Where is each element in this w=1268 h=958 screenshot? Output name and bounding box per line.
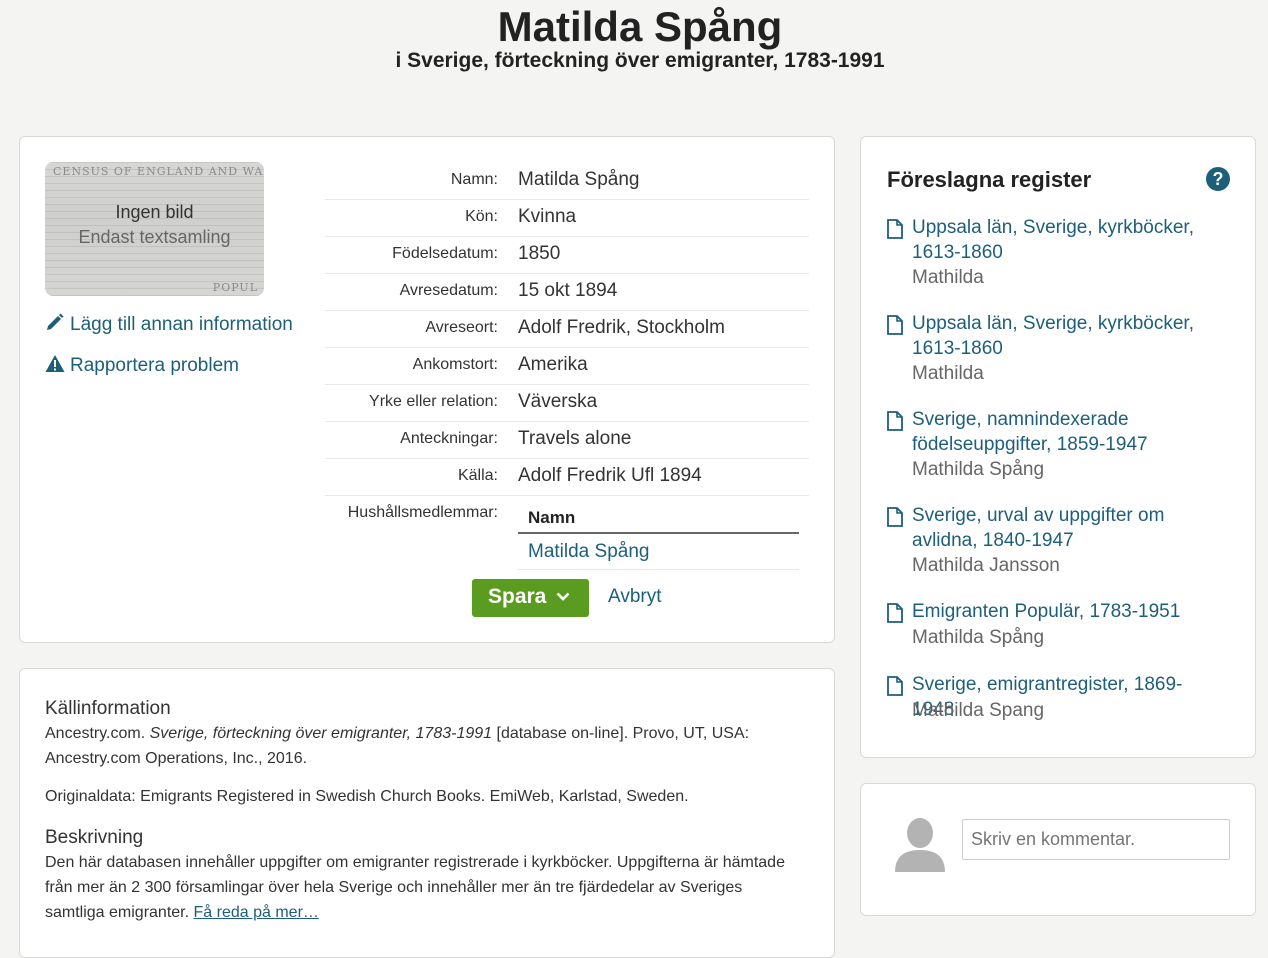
- suggested-record-title[interactable]: Emigranten Populär, 1783-1951: [912, 599, 1222, 624]
- household-member-link[interactable]: Matilda Spång: [518, 534, 799, 570]
- citation-prefix: Ancestry.com.: [45, 725, 150, 742]
- description-body: Den här databasen innehåller uppgifter o…: [45, 854, 785, 921]
- field-row: Ankomstort: Amerika: [325, 348, 809, 385]
- field-row: Anteckningar: Travels alone: [325, 422, 809, 459]
- suggested-records-card: Föreslagna register ? Uppsala län, Sveri…: [860, 136, 1256, 758]
- suggested-record-title[interactable]: Sverige, urval av uppgifter om avlidna, …: [912, 503, 1222, 553]
- field-label: Källa:: [457, 467, 498, 484]
- document-icon: [887, 603, 903, 623]
- field-label: Kön:: [465, 208, 498, 225]
- page-subtitle: i Sverige, förteckning över emigranter, …: [395, 49, 885, 72]
- field-row: Kön: Kvinna: [325, 200, 809, 237]
- field-row: Födelsedatum: 1850: [325, 237, 809, 274]
- cancel-link[interactable]: Avbryt: [608, 586, 662, 608]
- field-label: Ankomstort:: [412, 356, 498, 373]
- field-row: Yrke eller relation: Väverska: [325, 385, 809, 422]
- learn-more-link[interactable]: Få reda på mer…: [194, 904, 319, 921]
- no-image-label: Ingen bild: [115, 202, 194, 222]
- document-icon: [887, 676, 903, 696]
- add-info-link[interactable]: Lägg till annan information: [45, 312, 293, 338]
- page-title: Matilda Spång: [497, 3, 783, 50]
- field-value: Matilda Spång: [518, 169, 640, 190]
- suggested-record-name: Mathilda: [912, 267, 984, 288]
- suggested-record-name: Mathilda Spång: [912, 459, 1045, 480]
- field-value: Adolf Fredrik Ufl 1894: [518, 465, 702, 486]
- field-value: Travels alone: [518, 428, 632, 449]
- field-label: Yrke eller relation:: [369, 393, 498, 410]
- field-label: Födelsedatum:: [392, 245, 498, 262]
- suggested-record-name: Mathilda Jansson: [912, 555, 1060, 576]
- original-data: Originaldata: Emigrants Registered in Sw…: [45, 788, 689, 805]
- suggested-record-title[interactable]: Uppsala län, Sverige, kyrkböcker, 1613-1…: [912, 215, 1222, 265]
- field-row: Avreseort: Adolf Fredrik, Stockholm: [325, 311, 809, 348]
- field-value: Kvinna: [518, 206, 577, 227]
- field-value: Väverska: [518, 391, 598, 412]
- field-value: 1850: [518, 243, 561, 264]
- save-label: Spara: [488, 585, 547, 608]
- source-info-card: Källinformation Ancestry.com. Sverige, f…: [19, 668, 835, 958]
- add-info-label: Lägg till annan information: [70, 314, 293, 335]
- field-label: Anteckningar:: [400, 430, 498, 447]
- document-icon: [887, 507, 903, 527]
- suggested-record-name: Mathilda Spång: [912, 627, 1045, 648]
- source-citation: Ancestry.com. Sverige, förteckning över …: [45, 721, 805, 771]
- household-column-header: Namn: [518, 500, 799, 534]
- image-background-text-2: POPUL: [212, 281, 258, 294]
- suggested-record-title[interactable]: Sverige, namnindexerade födelseuppgifter…: [912, 407, 1222, 457]
- pencil-icon: [45, 312, 65, 338]
- chevron-down-icon: [556, 592, 570, 601]
- field-row: Avresedatum: 15 okt 1894: [325, 274, 809, 311]
- suggested-title: Föreslagna register: [887, 167, 1092, 192]
- field-value: Adolf Fredrik, Stockholm: [518, 317, 725, 338]
- text-only-label: Endast textsamling: [78, 227, 231, 247]
- suggested-record-title[interactable]: Uppsala län, Sverige, kyrkböcker, 1613-1…: [912, 311, 1222, 361]
- record-image-placeholder[interactable]: CENSUS OF ENGLAND AND WALES. POPUL Ingen…: [45, 162, 264, 296]
- document-icon: [887, 219, 903, 239]
- field-row: Namn: Matilda Spång: [325, 163, 809, 200]
- help-icon[interactable]: ?: [1206, 167, 1230, 191]
- household-table: Namn Matilda Spång: [518, 500, 799, 570]
- record-fields: Namn: Matilda Spång Kön: Kvinna Födelsed…: [325, 163, 809, 571]
- comment-input[interactable]: [962, 819, 1230, 860]
- suggested-record-name: Mathilda Spang: [912, 700, 1045, 721]
- description-heading: Beskrivning: [45, 827, 144, 848]
- record-card: CENSUS OF ENGLAND AND WALES. POPUL Ingen…: [19, 136, 835, 643]
- suggested-record-name: Mathilda: [912, 363, 984, 384]
- document-icon: [887, 315, 903, 335]
- report-problem-label: Rapportera problem: [70, 355, 239, 376]
- document-icon: [887, 411, 903, 431]
- avatar-icon: [895, 818, 945, 872]
- report-problem-link[interactable]: Rapportera problem: [45, 354, 239, 379]
- household-row: Hushållsmedlemmar: Namn Matilda Spång: [325, 496, 809, 571]
- field-label: Avresedatum:: [399, 282, 498, 299]
- citation-title: Sverige, förteckning över emigranter, 17…: [149, 725, 493, 742]
- image-background-text: CENSUS OF ENGLAND AND WALES.: [53, 165, 264, 178]
- field-label: Avreseort:: [425, 319, 498, 336]
- field-value: Amerika: [518, 354, 588, 375]
- description-text: Den här databasen innehåller uppgifter o…: [45, 850, 805, 925]
- comment-card: [860, 783, 1256, 916]
- field-row: Källa: Adolf Fredrik Ufl 1894: [325, 459, 809, 496]
- household-label: Hushållsmedlemmar:: [347, 504, 498, 521]
- field-value: 15 okt 1894: [518, 280, 618, 301]
- warning-icon: [45, 354, 65, 379]
- source-heading: Källinformation: [45, 698, 171, 719]
- save-button[interactable]: Spara: [472, 579, 589, 617]
- field-label: Namn:: [450, 171, 498, 188]
